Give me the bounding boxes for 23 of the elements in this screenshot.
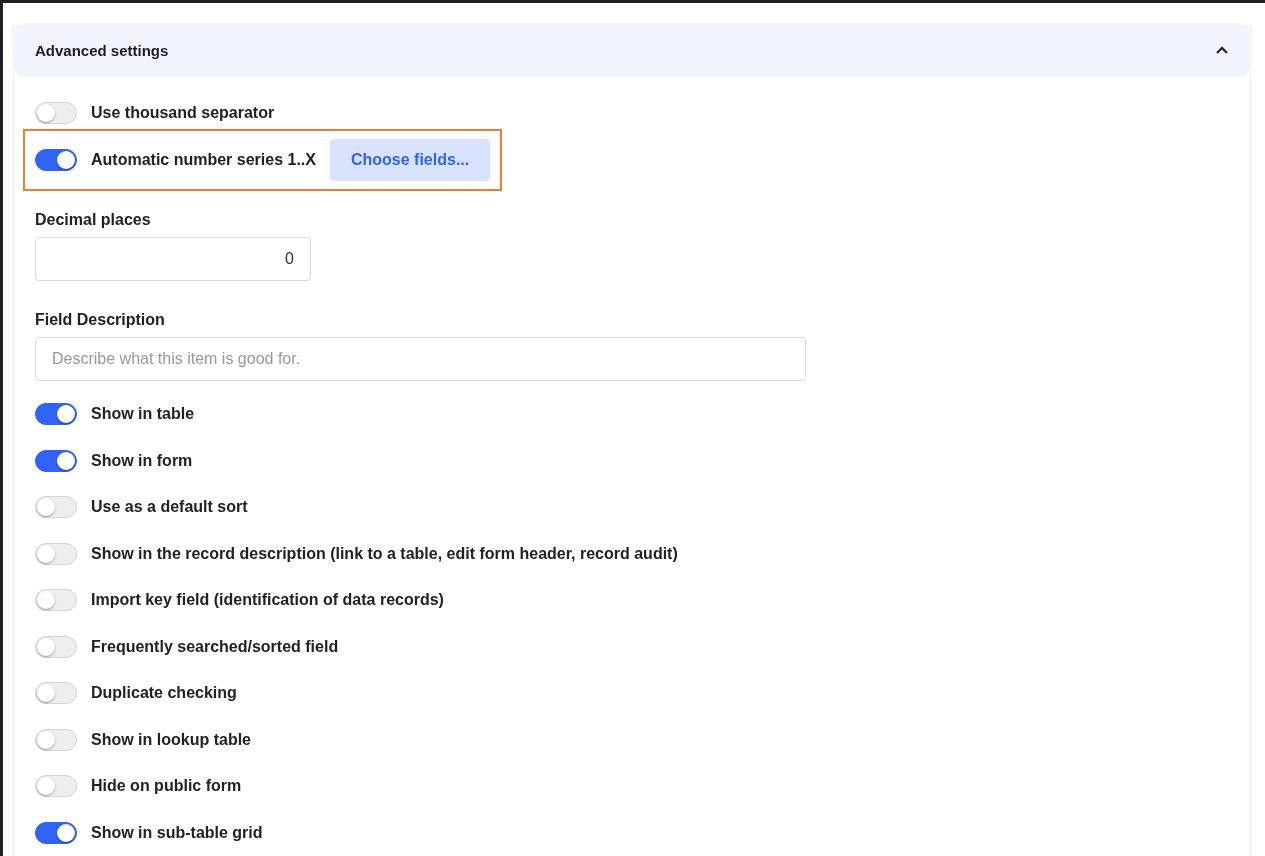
option-label: Use thousand separator [91,104,275,122]
choose-fields-button[interactable]: Choose fields... [329,139,491,181]
toggle-switch[interactable] [35,821,77,844]
option-label: Hide on public form [91,777,242,796]
toggle-switch[interactable] [35,403,77,426]
toggle-switch[interactable] [35,449,77,472]
option-label: Show in form [91,451,193,470]
option-label: Import key field (identification of data records) [91,591,444,610]
description-input[interactable]: Describe what this item is good for. [35,337,806,381]
option-label: Automatic number series 1..X [91,151,316,169]
toggle-switch[interactable] [35,149,77,171]
field-label: Field Description [35,311,166,329]
section-header[interactable]: Advanced settings [14,23,1250,77]
section-title: Advanced settings [35,41,169,59]
option-label: Show in sub-table grid [91,823,263,842]
option-label: Show in the record description (link to a table, edit form header, record audit) [91,544,678,563]
decimal-places-input[interactable]: 0 [35,237,311,281]
option-label: Duplicate checking [91,684,237,703]
option-label: Show in lookup table [91,730,251,749]
option-label: Use as a default sort [91,498,248,517]
field-label: Decimal places [35,211,152,229]
option-label: Show in table [91,405,195,424]
option-label: Frequently searched/sorted field [91,637,339,656]
